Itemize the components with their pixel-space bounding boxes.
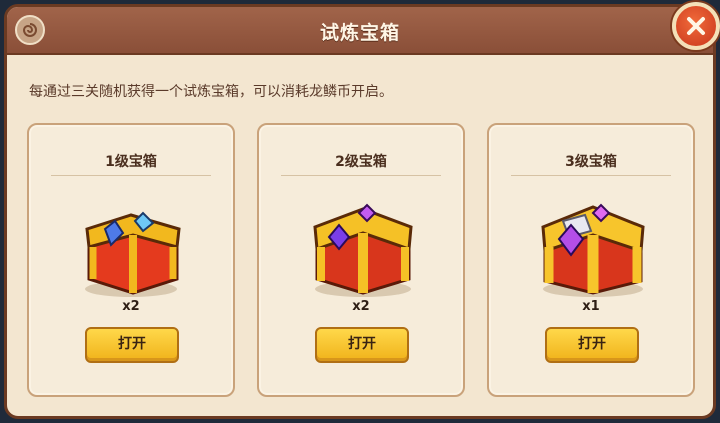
chest-icon xyxy=(541,203,645,297)
chest-icon xyxy=(85,211,181,297)
dialog-title: 试炼宝箱 xyxy=(319,22,400,44)
trial-chest-dialog: 试炼宝箱 每通过三关随机获得一个试炼宝箱，可以消耗龙鳞币开启。 1级宝箱 x2 … xyxy=(4,4,716,419)
open-chest-button[interactable]: 打开 xyxy=(85,327,179,363)
divider xyxy=(281,175,441,176)
chest-count: x2 xyxy=(122,299,140,314)
chest-card-level-2: 2级宝箱 x2 打开 xyxy=(257,123,465,397)
chest-title: 1级宝箱 xyxy=(105,154,157,170)
dialog-header: 试炼宝箱 xyxy=(7,7,713,55)
open-chest-button[interactable]: 打开 xyxy=(545,327,639,363)
chest-card-level-3: 3级宝箱 x1 打开 xyxy=(487,123,695,397)
divider xyxy=(51,175,211,176)
chest-title: 3级宝箱 xyxy=(565,154,617,170)
open-chest-button[interactable]: 打开 xyxy=(315,327,409,363)
close-button[interactable] xyxy=(672,2,720,50)
dialog-description: 每通过三关随机获得一个试炼宝箱，可以消耗龙鳞币开启。 xyxy=(29,84,393,100)
close-icon xyxy=(687,17,705,35)
chest-icon xyxy=(313,203,413,297)
chest-title: 2级宝箱 xyxy=(335,154,387,170)
chest-count: x2 xyxy=(352,299,370,314)
divider xyxy=(511,175,671,176)
chest-card-level-1: 1级宝箱 x2 打开 xyxy=(27,123,235,397)
chest-count: x1 xyxy=(582,299,600,314)
